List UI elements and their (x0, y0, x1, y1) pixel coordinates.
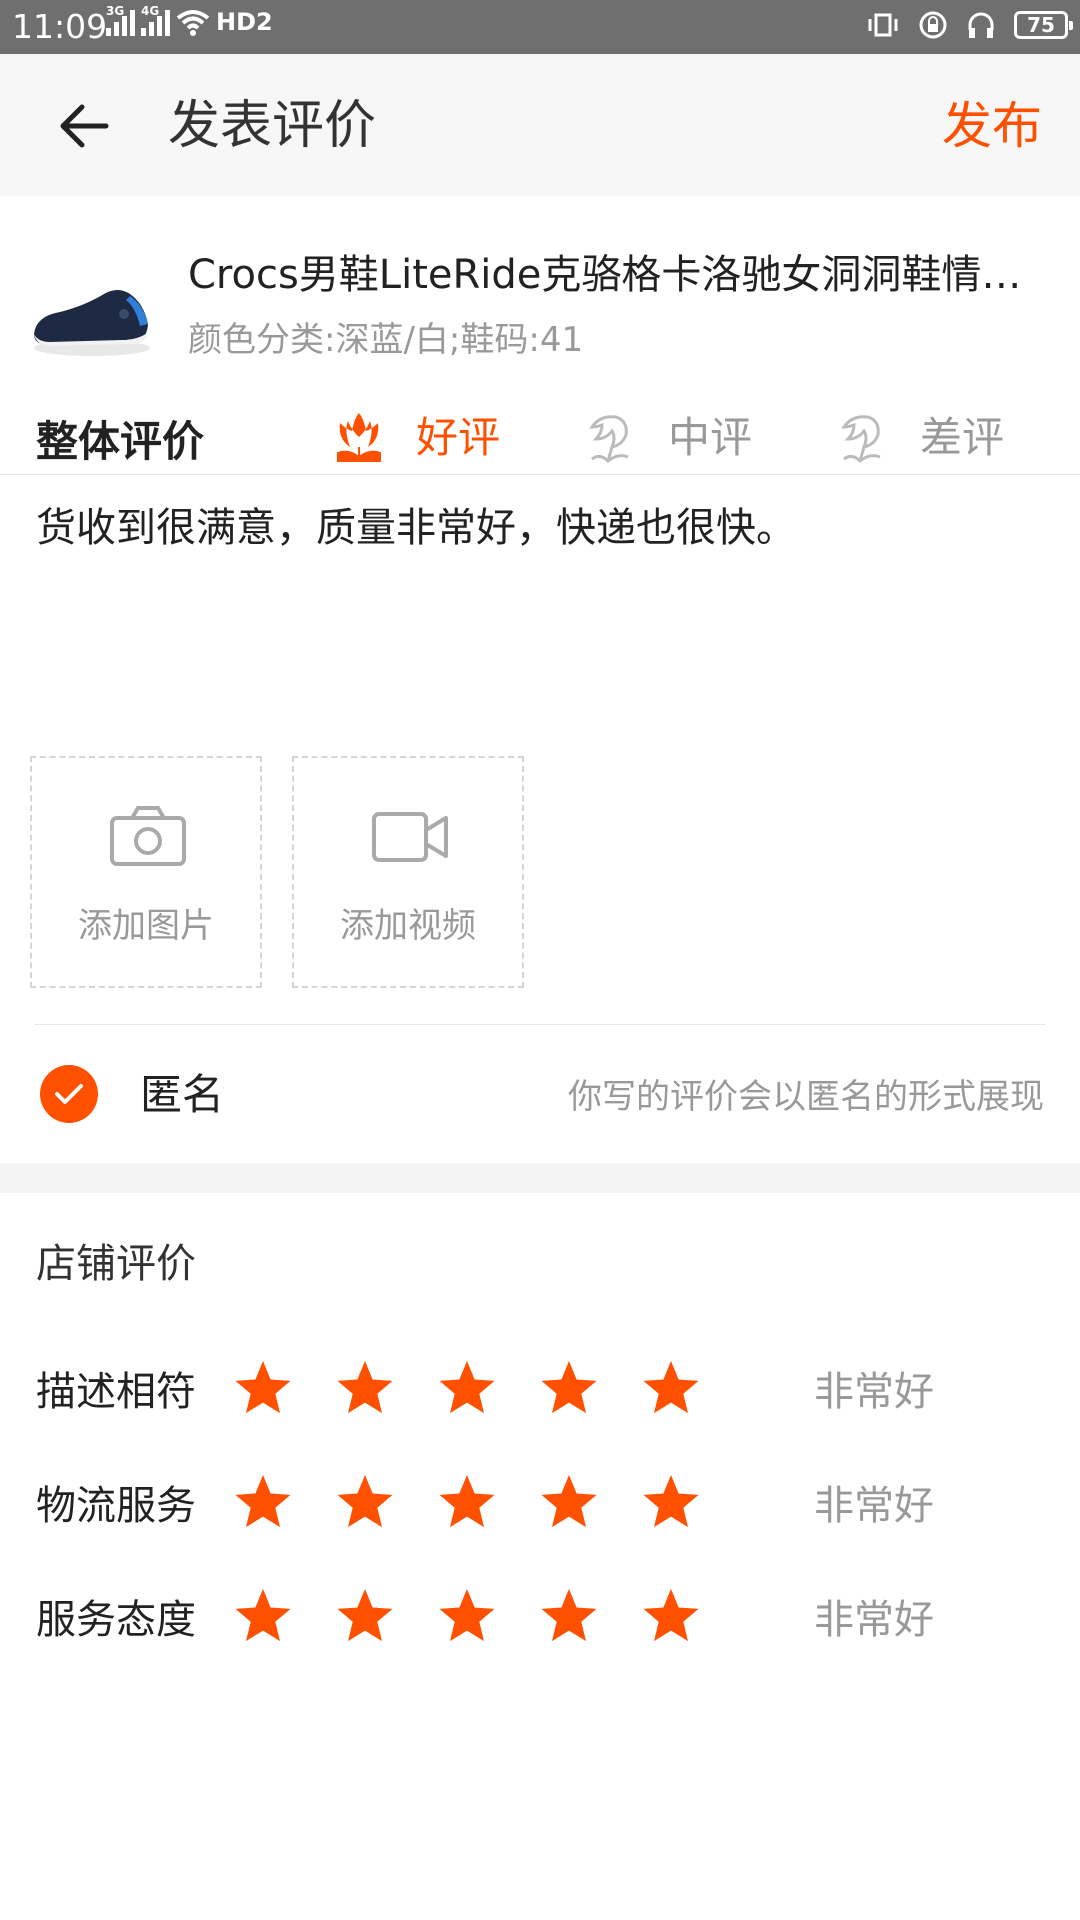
star-icon[interactable] (334, 1358, 396, 1420)
signal-4g-icon: 4G (141, 4, 170, 36)
vibrate-icon (868, 13, 898, 37)
overall-rating: 整体评价 好评 中评 差评 (0, 396, 1080, 475)
hd-label: HD2 (216, 8, 273, 36)
status-bar: 11:09 3G 4G HD2 75 (0, 0, 1080, 54)
add-photo-button[interactable]: 添加图片 (30, 756, 262, 988)
star-icon[interactable] (232, 1586, 294, 1648)
shop-rating-title: 店铺评价 (36, 1241, 196, 1287)
shop-rating-label: 描述相符 (36, 1369, 196, 1415)
star-icon[interactable] (640, 1358, 702, 1420)
star-icon[interactable] (232, 1358, 294, 1420)
battery-icon: 75 (1014, 11, 1073, 39)
section-separator (0, 1163, 1080, 1193)
anonymous-row: 匿名 你写的评价会以匿名的形式展现 (0, 1025, 1080, 1163)
star-rating (232, 1472, 742, 1534)
anonymous-label: 匿名 (140, 1070, 225, 1119)
signal-3g-icon: 3G (106, 4, 135, 36)
page-title: 发表评价 (168, 96, 377, 156)
star-icon[interactable] (538, 1358, 600, 1420)
status-time: 11:09 (12, 7, 108, 46)
wilted-flower-icon (841, 415, 881, 464)
rating-option-good-label: 好评 (416, 413, 501, 462)
star-icon[interactable] (436, 1472, 498, 1534)
shop-rating-label: 服务态度 (36, 1597, 196, 1643)
shop-rating-text: 非常好 (814, 1597, 934, 1643)
back-arrow-icon[interactable] (52, 94, 116, 158)
star-icon[interactable] (334, 1586, 396, 1648)
add-photo-label: 添加图片 (78, 906, 214, 946)
rating-option-neutral[interactable]: 中评 (582, 406, 752, 470)
network-label-4g: 4G (141, 4, 160, 18)
rating-option-neutral-label: 中评 (668, 413, 753, 462)
lock-rotation-icon (919, 11, 947, 39)
shop-rating-row: 物流服务 非常好 (0, 1472, 1080, 1542)
shop-rating-row: 描述相符 非常好 (0, 1358, 1080, 1428)
checkmark-icon (55, 1084, 83, 1104)
wifi-icon (176, 10, 210, 36)
flower-icon (337, 413, 381, 462)
shop-rating-text: 非常好 (814, 1483, 934, 1529)
review-text-input[interactable]: 货收到很满意，质量非常好，快递也很快。 (36, 500, 796, 556)
anonymous-hint: 你写的评价会以匿名的形式展现 (568, 1077, 1044, 1117)
star-icon[interactable] (436, 1358, 498, 1420)
shop-rating-text: 非常好 (814, 1369, 934, 1415)
star-icon[interactable] (640, 1472, 702, 1534)
rating-option-bad[interactable]: 差评 (834, 406, 1004, 470)
rating-option-bad-label: 差评 (920, 413, 1005, 462)
publish-button[interactable]: 发布 (942, 94, 1042, 158)
add-video-label: 添加视频 (340, 906, 476, 946)
star-rating (232, 1358, 742, 1420)
star-icon[interactable] (436, 1586, 498, 1648)
shop-rating-row: 服务态度 非常好 (0, 1586, 1080, 1656)
star-icon[interactable] (538, 1472, 600, 1534)
rating-option-good[interactable]: 好评 (330, 406, 500, 470)
star-icon[interactable] (538, 1586, 600, 1648)
product-summary: Crocs男鞋LiteRide克骆格卡洛驰女洞洞鞋情侣... 颜色分类:深蓝/白… (0, 196, 1080, 396)
product-name: Crocs男鞋LiteRide克骆格卡洛驰女洞洞鞋情侣... (188, 252, 1056, 298)
star-icon[interactable] (640, 1586, 702, 1648)
status-right-icons: 75 (866, 9, 1073, 41)
shop-rating-label: 物流服务 (36, 1483, 196, 1529)
headphones-icon (968, 12, 994, 38)
product-thumbnail (34, 290, 150, 356)
add-video-button[interactable]: 添加视频 (292, 756, 524, 988)
overall-rating-label: 整体评价 (36, 417, 205, 466)
network-indicators: 3G 4G HD2 (106, 4, 273, 36)
camera-icon (110, 806, 186, 866)
product-attributes: 颜色分类:深蓝/白;鞋码:41 (188, 320, 584, 360)
video-camera-icon (372, 812, 448, 862)
star-rating (232, 1586, 742, 1648)
star-icon[interactable] (232, 1472, 294, 1534)
wilted-flower-icon (589, 415, 629, 464)
network-label-3g: 3G (106, 4, 125, 18)
app-bar: 发表评价 发布 (0, 54, 1080, 196)
star-icon[interactable] (334, 1472, 396, 1534)
anonymous-checkbox[interactable] (40, 1065, 98, 1123)
